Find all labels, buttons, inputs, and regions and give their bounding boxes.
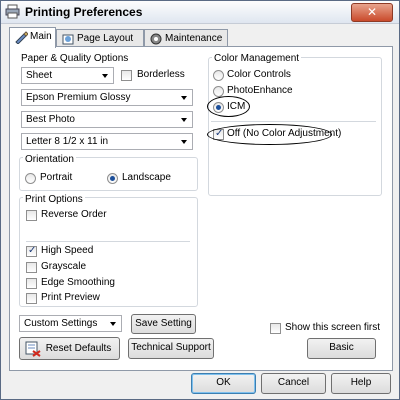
borderless-checkbox[interactable]	[121, 70, 132, 81]
basic-button[interactable]: Basic	[307, 338, 376, 359]
landscape-label: Landscape	[122, 172, 171, 183]
print-preview-checkbox[interactable]	[26, 293, 37, 304]
paper-size-value: Letter 8 1/2 x 11 in	[26, 136, 109, 147]
printer-icon	[5, 4, 20, 19]
off-highlight-ellipse	[207, 124, 332, 145]
high-speed-label: High Speed	[41, 245, 94, 256]
close-button[interactable]: ✕	[351, 3, 393, 22]
page-layout-icon	[62, 34, 74, 45]
landscape-radio[interactable]	[107, 173, 118, 184]
tab-main-label: Main	[30, 31, 52, 42]
orientation-group-label: Orientation	[23, 154, 76, 165]
paper-source-select[interactable]: Sheet	[21, 67, 114, 84]
print-options-divider	[26, 241, 190, 242]
custom-settings-value: Custom Settings	[24, 318, 98, 329]
grayscale-checkbox[interactable]	[26, 262, 37, 273]
show-screen-first-label: Show this screen first	[285, 322, 381, 333]
close-icon: ✕	[366, 5, 378, 19]
color-controls-radio[interactable]	[213, 70, 224, 81]
chevron-down-icon	[181, 118, 187, 122]
borderless-label: Borderless	[137, 69, 185, 80]
reset-defaults-button[interactable]: Reset Defaults	[19, 337, 120, 360]
chevron-down-icon	[181, 96, 187, 100]
paper-quality-group-label: Paper & Quality Options	[21, 53, 129, 64]
basic-label: Basic	[329, 342, 354, 353]
portrait-radio[interactable]	[25, 173, 36, 184]
reset-defaults-icon	[25, 341, 41, 357]
high-speed-checkbox[interactable]	[26, 245, 37, 257]
tab-maintenance-label: Maintenance	[165, 33, 223, 44]
cancel-label: Cancel	[277, 377, 310, 388]
icm-highlight-ellipse	[207, 96, 250, 117]
chevron-down-icon	[110, 322, 116, 326]
main-tab-icon	[15, 31, 28, 44]
show-screen-first-checkbox[interactable]	[270, 323, 281, 334]
chevron-down-icon	[181, 140, 187, 144]
paper-size-select[interactable]: Letter 8 1/2 x 11 in	[21, 133, 193, 150]
portrait-label: Portrait	[40, 172, 73, 183]
color-divider	[211, 121, 376, 122]
save-setting-label: Save Setting	[135, 318, 192, 329]
technical-support-button[interactable]: Technical Support	[128, 338, 214, 359]
color-management-group-label: Color Management	[212, 53, 302, 64]
edge-smoothing-checkbox[interactable]	[26, 278, 37, 289]
reverse-order-label: Reverse Order	[41, 209, 107, 220]
media-type-select[interactable]: Epson Premium Glossy	[21, 89, 193, 106]
chevron-down-icon	[102, 74, 108, 78]
media-type-value: Epson Premium Glossy	[26, 92, 131, 103]
print-preview-label: Print Preview	[41, 292, 100, 303]
quality-select[interactable]: Best Photo	[21, 111, 193, 128]
help-button[interactable]: Help	[331, 373, 391, 394]
save-setting-button[interactable]: Save Setting	[131, 314, 196, 334]
tab-page-layout-label: Page Layout	[77, 33, 134, 44]
photoenhance-label: PhotoEnhance	[227, 85, 293, 96]
reverse-order-checkbox[interactable]	[26, 210, 37, 221]
paper-source-value: Sheet	[26, 70, 53, 81]
tab-maintenance[interactable]: Maintenance	[144, 29, 228, 46]
quality-value: Best Photo	[26, 114, 75, 125]
printing-preferences-window: Printing Preferences ✕ Main Page Layout …	[0, 0, 400, 400]
edge-smoothing-label: Edge Smoothing	[41, 277, 115, 288]
custom-settings-select[interactable]: Custom Settings	[19, 315, 122, 332]
ok-label: OK	[216, 377, 231, 388]
title-bar[interactable]: Printing Preferences ✕	[1, 1, 399, 24]
window-title: Printing Preferences	[25, 5, 143, 19]
reset-defaults-label: Reset Defaults	[45, 343, 112, 354]
maintenance-icon	[150, 33, 162, 45]
tab-main[interactable]: Main	[9, 27, 56, 48]
main-panel: Paper & Quality Options Sheet Borderless…	[9, 46, 393, 371]
grayscale-label: Grayscale	[41, 261, 87, 272]
color-controls-label: Color Controls	[227, 69, 291, 80]
technical-support-label: Technical Support	[131, 342, 211, 353]
cancel-button[interactable]: Cancel	[261, 373, 326, 394]
print-options-group-label: Print Options	[23, 194, 85, 205]
ok-button[interactable]: OK	[191, 373, 256, 394]
help-label: Help	[350, 377, 372, 388]
tab-page-layout[interactable]: Page Layout	[56, 29, 144, 46]
